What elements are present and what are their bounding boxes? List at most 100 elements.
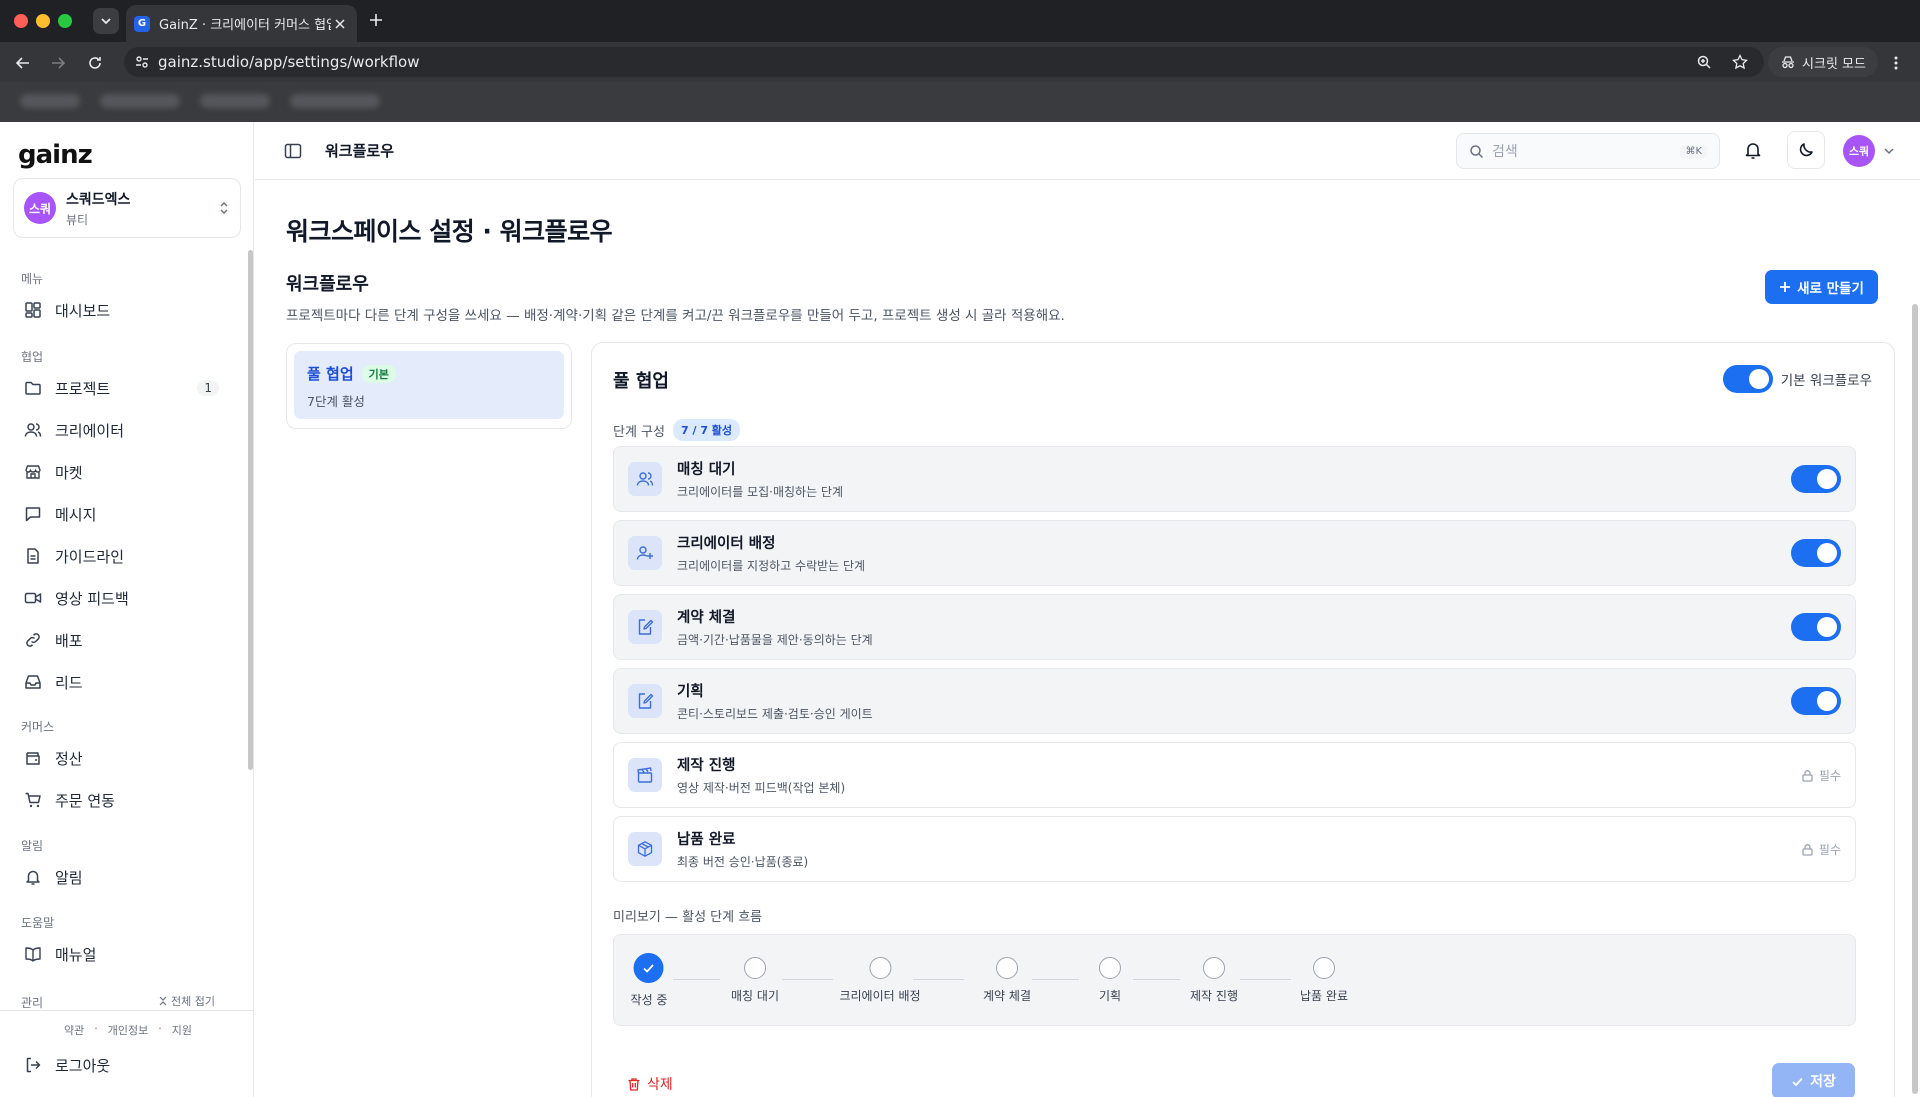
stage-row: 납품 완료 최종 버전 승인·납품(종료) 필수 [613, 816, 1856, 882]
shopping-cart-icon [23, 790, 43, 810]
stage-description: 크리에이터를 모집·매칭하는 단계 [677, 485, 844, 499]
footer-links: 약관 · 개인정보 · 지원 [64, 1022, 192, 1038]
flow-step: 납품 완료 [1300, 953, 1348, 1004]
sidebar-item-deploy[interactable]: 배포 [13, 623, 229, 657]
sidebar-item-manual[interactable]: 매뉴얼 [13, 937, 229, 971]
sidebar-item-dashboard[interactable]: 대시보드 [13, 293, 229, 327]
window-minimize-button[interactable] [36, 14, 50, 28]
default-workflow-control: 기본 워크플로우 [1722, 365, 1872, 393]
workflow-list-item[interactable]: 풀 협업 기본 7단계 활성 [294, 351, 564, 419]
preview-flow: 작성 중 매칭 대기 크리에이터 배정 계약 체결 기획 제작 진행 납품 완료 [613, 934, 1856, 1026]
sidebar-item-label: 가이드라인 [55, 547, 125, 566]
save-button[interactable]: 저장 [1772, 1063, 1855, 1097]
zoom-icon[interactable] [1696, 54, 1712, 70]
chevron-down-icon [101, 18, 111, 25]
stage-row: 계약 체결 금액·기간·납품물을 제안·동의하는 단계 [613, 594, 1856, 660]
sidebar-item-label: 리드 [55, 673, 83, 692]
sidebar-item-leads[interactable]: 리드 [13, 665, 229, 699]
sidebar-scrollbar[interactable] [248, 250, 253, 770]
flow-connector [1032, 979, 1079, 980]
flow-step: 계약 체결 [983, 953, 1031, 1004]
terms-link[interactable]: 약관 [64, 1022, 84, 1038]
gainz-logo[interactable]: gainz [18, 140, 93, 170]
stage-toggle[interactable] [1791, 539, 1841, 567]
main-area: 워크플로우 검색 ⌘K 스쿼 워크스페이스 설정 · 워크플로우 워크플로우 프… [255, 122, 1920, 1097]
editor-title: 풀 협업 [613, 371, 669, 392]
theme-toggle-button[interactable] [1787, 131, 1825, 169]
flow-step: 작성 중 [630, 953, 668, 1008]
preview-label: 미리보기 — 활성 단계 흐름 [613, 910, 763, 925]
new-workflow-button[interactable]: 새로 만들기 [1765, 270, 1878, 304]
sidebar-item-label: 대시보드 [55, 301, 111, 320]
url-text: gainz.studio/app/settings/workflow [158, 53, 420, 71]
stage-toggle[interactable] [1791, 687, 1841, 715]
workflow-list: 풀 협업 기본 7단계 활성 [286, 343, 572, 429]
collapse-all-button[interactable]: 전체 접기 [158, 993, 215, 1009]
sidebar-item-video-feedback[interactable]: 영상 피드백 [13, 581, 229, 615]
support-link[interactable]: 지원 [172, 1022, 192, 1038]
sidebar-item-guidelines[interactable]: 가이드라인 [13, 539, 229, 573]
lock-icon [1802, 769, 1813, 782]
browser-menu-button[interactable] [1886, 53, 1906, 73]
privacy-link[interactable]: 개인정보 [108, 1022, 148, 1038]
lock-icon [1802, 843, 1813, 856]
collapse-all-label: 전체 접기 [171, 995, 215, 1008]
sidebar-item-messages[interactable]: 메시지 [13, 497, 229, 531]
workflow-summary: 7단계 활성 [307, 394, 365, 409]
flow-step-label: 작성 중 [630, 993, 668, 1007]
section-commerce: 커머스 [21, 720, 55, 734]
workspace-switcher[interactable]: 스쿼 스쿼드엑스 뷰티 [13, 178, 241, 238]
package-icon [628, 832, 662, 866]
flow-connector [1240, 979, 1291, 980]
sidebar-item-creators[interactable]: 크리에이터 [13, 413, 229, 447]
new-tab-button[interactable] [368, 12, 384, 28]
users-icon [628, 462, 662, 496]
search-input[interactable]: 검색 ⌘K [1456, 133, 1720, 169]
sidebar-item-settlement[interactable]: 정산 [13, 741, 229, 775]
flow-step: 크리에이터 배정 [839, 953, 921, 1004]
section-alerts: 알림 [21, 839, 44, 853]
circle-icon [743, 957, 766, 979]
logout-button[interactable]: 로그아웃 [13, 1048, 229, 1082]
section-menu: 메뉴 [21, 272, 44, 286]
browser-toolbar: gainz.studio/app/settings/workflow 시크릿 모… [0, 42, 1920, 82]
stage-name: 납품 완료 [677, 832, 736, 848]
notifications-button[interactable] [1743, 140, 1763, 160]
tab-search-button[interactable] [93, 8, 119, 34]
address-bar[interactable]: gainz.studio/app/settings/workflow [124, 47, 1764, 77]
window-close-button[interactable] [14, 14, 28, 28]
stage-name: 매칭 대기 [677, 462, 736, 478]
circle-icon [868, 957, 891, 979]
sidebar-item-label: 크리에이터 [55, 421, 125, 440]
stage-toggle[interactable] [1791, 613, 1841, 641]
sidebar-toggle-button[interactable] [283, 141, 303, 161]
section-help: 도움말 [21, 916, 55, 930]
sidebar-item-market[interactable]: 마켓 [13, 455, 229, 489]
flow-step-label: 계약 체결 [983, 989, 1031, 1003]
sidebar-item-label: 알림 [55, 868, 83, 887]
default-workflow-toggle[interactable] [1722, 365, 1773, 393]
tab-close-button[interactable] [331, 15, 349, 33]
flow-step-label: 매칭 대기 [731, 989, 779, 1003]
sidebar-item-notifications[interactable]: 알림 [13, 860, 229, 894]
bookmark-star-icon[interactable] [1732, 54, 1748, 70]
forward-button[interactable] [48, 53, 68, 73]
back-button[interactable] [13, 53, 33, 73]
file-text-icon [23, 546, 43, 566]
stage-toggle[interactable] [1791, 465, 1841, 493]
main-scrollbar[interactable] [1912, 304, 1918, 1094]
incognito-indicator[interactable]: 시크릿 모드 [1768, 47, 1878, 77]
window-maximize-button[interactable] [58, 14, 72, 28]
delete-workflow-button[interactable]: 삭제 [627, 1074, 673, 1094]
reload-button[interactable] [85, 53, 105, 73]
tab-favicon: G [134, 15, 150, 32]
user-menu-button[interactable]: 스쿼 [1843, 135, 1895, 167]
sidebar-item-projects[interactable]: 프로젝트 1 [13, 371, 229, 405]
flow-step-label: 제작 진행 [1190, 989, 1238, 1003]
browser-tab[interactable]: G GainZ · 크리에이터 커머스 협업 C [126, 5, 357, 42]
site-info-icon[interactable] [134, 54, 150, 70]
workflow-name: 풀 협업 [307, 365, 354, 383]
user-plus-icon [628, 536, 662, 570]
sidebar-item-order-sync[interactable]: 주문 연동 [13, 783, 229, 817]
browser-tab-strip: G GainZ · 크리에이터 커머스 협업 C [0, 0, 1920, 42]
